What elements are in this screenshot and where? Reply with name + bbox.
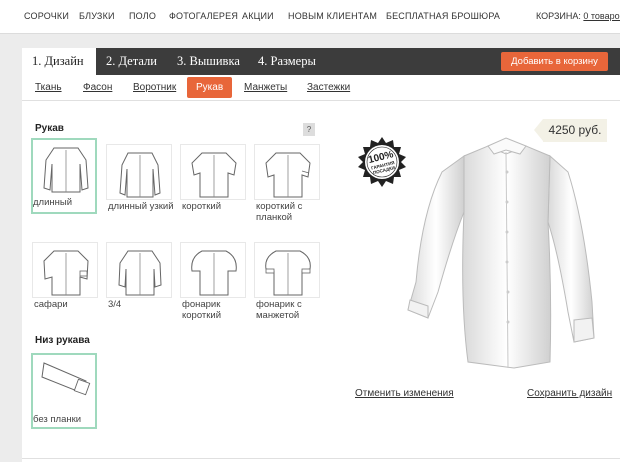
nav-brochure[interactable]: Бесплатная брошюра xyxy=(386,11,500,21)
sleeve-option-label: сафари xyxy=(34,299,68,310)
divider xyxy=(22,458,620,459)
sleeve-option-label: длинный узкий xyxy=(108,201,174,212)
sleeve-option-lantern-cuff[interactable]: фонарик с манжетой xyxy=(254,242,320,321)
shirt-preview xyxy=(402,132,612,377)
sleeve-long-icon xyxy=(43,147,89,193)
tab-design[interactable]: 1. Дизайн xyxy=(22,48,96,75)
sleeve-short-placket-thumbnail xyxy=(254,144,320,200)
save-design-link[interactable]: Сохранить дизайн xyxy=(527,388,612,399)
subtab-collar[interactable]: Воротник xyxy=(133,82,176,93)
sleeve-option-short-placket[interactable]: короткий с планкой xyxy=(254,144,320,223)
constructor-panel: 1. Дизайн 2. Детали 3. Вышивка 4. Размер… xyxy=(22,48,620,462)
tab-details[interactable]: 2. Детали xyxy=(106,48,157,75)
nav-polo[interactable]: Поло xyxy=(129,11,156,21)
sleeve-three-quarter-icon xyxy=(118,250,162,296)
sleeve-short-placket-icon xyxy=(265,152,311,198)
tab-sizes[interactable]: 4. Размеры xyxy=(258,48,316,75)
sleeve-lantern-short-icon xyxy=(191,250,237,296)
sleeve-lantern-short-thumbnail xyxy=(180,242,246,298)
sleeve-lantern-cuff-icon xyxy=(265,250,311,296)
sleeve-option-safari[interactable]: сафари xyxy=(32,242,98,318)
guarantee-seal-icon: 100% ГАРАНТИЯ ПОСАДКИ xyxy=(358,137,406,187)
sleeve-safari-thumbnail xyxy=(32,242,98,298)
sleeve-option-short[interactable]: короткий xyxy=(180,144,246,220)
subtab-cuffs[interactable]: Манжеты xyxy=(244,82,287,93)
design-subtabs: Ткань Фасон Воротник Рукав Манжеты Засте… xyxy=(22,75,620,101)
sleeve-long-slim-thumbnail xyxy=(106,144,172,200)
shirt-preview-image xyxy=(407,137,595,369)
nav-promotions[interactable]: Акции xyxy=(242,11,274,21)
sleeve-option-lantern-short[interactable]: фонарик короткий xyxy=(180,242,246,321)
sleeve-option-three-quarter[interactable]: 3/4 xyxy=(106,242,172,318)
add-to-cart-button[interactable]: Добавить в корзину xyxy=(501,52,608,71)
subtab-fasteners[interactable]: Застежки xyxy=(307,82,350,93)
sleeve-bottom-option-label: без планки xyxy=(33,414,82,425)
sleeve-option-label: короткий с планкой xyxy=(256,201,303,223)
sleeve-bottom-option-no-placket[interactable]: без планки xyxy=(31,353,97,429)
undo-changes-link[interactable]: Отменить изменения xyxy=(355,388,454,399)
help-button[interactable]: ? xyxy=(303,123,315,136)
subtab-style[interactable]: Фасон xyxy=(83,82,112,93)
sleeve-option-long[interactable]: длинный xyxy=(31,138,97,214)
sleeve-bottom-section-title: Низ рукава xyxy=(35,335,90,346)
sleeve-option-label: фонарик с манжетой xyxy=(256,299,302,321)
nav-new-clients[interactable]: Новым клиентам xyxy=(288,11,377,21)
cart-summary: КОРЗИНА: 0 товаров xyxy=(536,11,620,21)
nav-blouses[interactable]: Блузки xyxy=(79,11,115,21)
sleeve-option-long-slim[interactable]: длинный узкий xyxy=(106,144,174,220)
sleeve-option-label: 3/4 xyxy=(108,299,122,310)
top-navigation: Сорочки Блузки Поло Фотогалерея Акции Но… xyxy=(0,0,620,34)
sleeve-lantern-cuff-thumbnail xyxy=(254,242,320,298)
guarantee-badge: 100% ГАРАНТИЯ ПОСАДКИ xyxy=(356,136,408,193)
sleeve-safari-icon xyxy=(43,250,89,296)
tab-embroidery[interactable]: 3. Вышивка xyxy=(177,48,240,75)
sleeve-long-slim-icon xyxy=(119,152,161,198)
sleeve-short-thumbnail xyxy=(180,144,246,200)
sleeve-short-icon xyxy=(191,152,237,198)
cart-link[interactable]: 0 товаров xyxy=(583,11,620,21)
sleeve-cuff-icon xyxy=(41,362,91,396)
sleeve-option-label: длинный xyxy=(33,197,73,208)
cart-label: КОРЗИНА: xyxy=(536,11,581,21)
sleeve-three-quarter-thumbnail xyxy=(106,242,172,298)
nav-gallery[interactable]: Фотогалерея xyxy=(169,11,238,21)
nav-shirts[interactable]: Сорочки xyxy=(24,11,69,21)
subtab-fabric[interactable]: Ткань xyxy=(35,82,62,93)
sleeve-section-title: Рукав xyxy=(35,123,64,134)
subtab-sleeve[interactable]: Рукав xyxy=(187,77,233,98)
step-tabs: 1. Дизайн 2. Детали 3. Вышивка 4. Размер… xyxy=(22,48,620,75)
sleeve-option-label: фонарик короткий xyxy=(182,299,222,321)
sleeve-option-label: короткий xyxy=(182,201,222,212)
